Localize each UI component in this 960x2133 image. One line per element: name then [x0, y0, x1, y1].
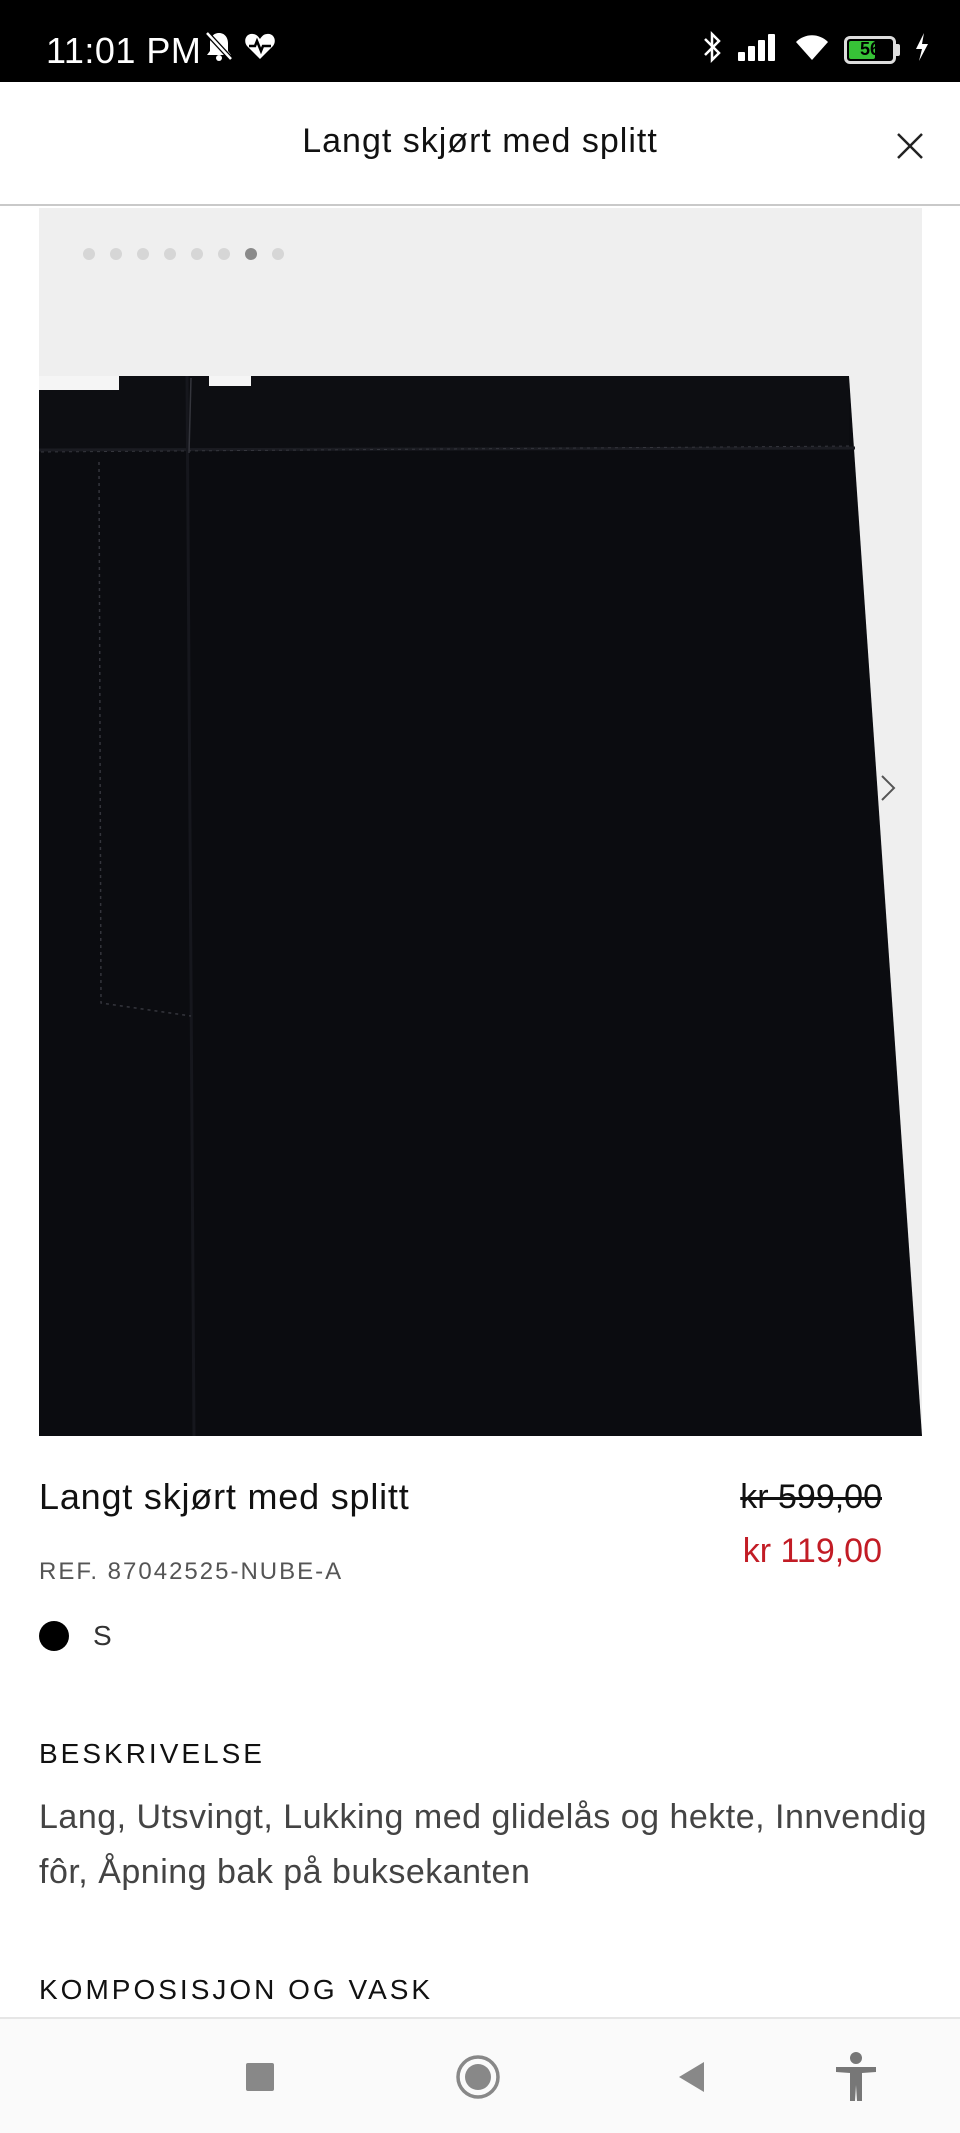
- original-price: kr 599,00: [740, 1478, 882, 1516]
- accessibility-icon: [836, 2052, 876, 2101]
- page-title: Langt skjørt med splitt: [302, 122, 658, 160]
- back-button[interactable]: [664, 2049, 720, 2105]
- product-reference: REF. 87042525-NUBE-A: [39, 1558, 344, 1585]
- status-time: 11:01 PM: [46, 30, 202, 71]
- gallery-dots: [83, 248, 284, 260]
- close-icon: [897, 133, 923, 159]
- gallery-dot[interactable]: [218, 248, 230, 260]
- sale-price: kr 119,00: [742, 1532, 882, 1570]
- description-text: Lang, Utsvingt, Lukking med glidelås og …: [39, 1798, 927, 1891]
- description-title: BESKRIVELSE: [39, 1738, 265, 1769]
- size-label: S: [93, 1620, 112, 1651]
- recent-apps-icon: [246, 2063, 274, 2091]
- wifi-icon: [794, 32, 830, 67]
- gallery-dot[interactable]: [191, 248, 203, 260]
- bluetooth-icon: [702, 30, 722, 69]
- next-image-button[interactable]: [872, 768, 902, 808]
- gallery-dot[interactable]: [137, 248, 149, 260]
- product-name: Langt skjørt med splitt: [39, 1476, 410, 1517]
- gallery-dot[interactable]: [164, 248, 176, 260]
- gallery-dot-active[interactable]: [245, 248, 257, 260]
- composition-section-toggle[interactable]: KOMPOSISJON OG VASK: [39, 1974, 433, 2006]
- recent-apps-button[interactable]: [232, 2049, 288, 2105]
- size-selector[interactable]: S: [39, 1620, 112, 1652]
- home-button[interactable]: [450, 2049, 506, 2105]
- close-button[interactable]: [890, 126, 930, 166]
- back-icon: [679, 2062, 704, 2092]
- gallery-dot[interactable]: [83, 248, 95, 260]
- chevron-right-icon: [881, 775, 896, 801]
- notifications-muted-icon: [204, 30, 234, 67]
- health-heart-icon: [244, 31, 276, 66]
- signal-icon: [736, 32, 780, 67]
- page-header: Langt skjørt med splitt: [0, 82, 960, 206]
- product-photo: [39, 208, 922, 1436]
- product-image-gallery[interactable]: [39, 208, 922, 1436]
- battery-icon: 56: [844, 35, 900, 64]
- system-nav-bar: [0, 2017, 960, 2133]
- gallery-dot[interactable]: [110, 248, 122, 260]
- status-bar: 11:01 PM 56: [0, 0, 960, 82]
- battery-level: 56: [859, 39, 881, 59]
- accessibility-button[interactable]: [828, 2049, 884, 2105]
- charging-icon: [914, 32, 930, 67]
- home-icon: [456, 2055, 500, 2099]
- color-swatch: [39, 1621, 69, 1651]
- gallery-dot[interactable]: [272, 248, 284, 260]
